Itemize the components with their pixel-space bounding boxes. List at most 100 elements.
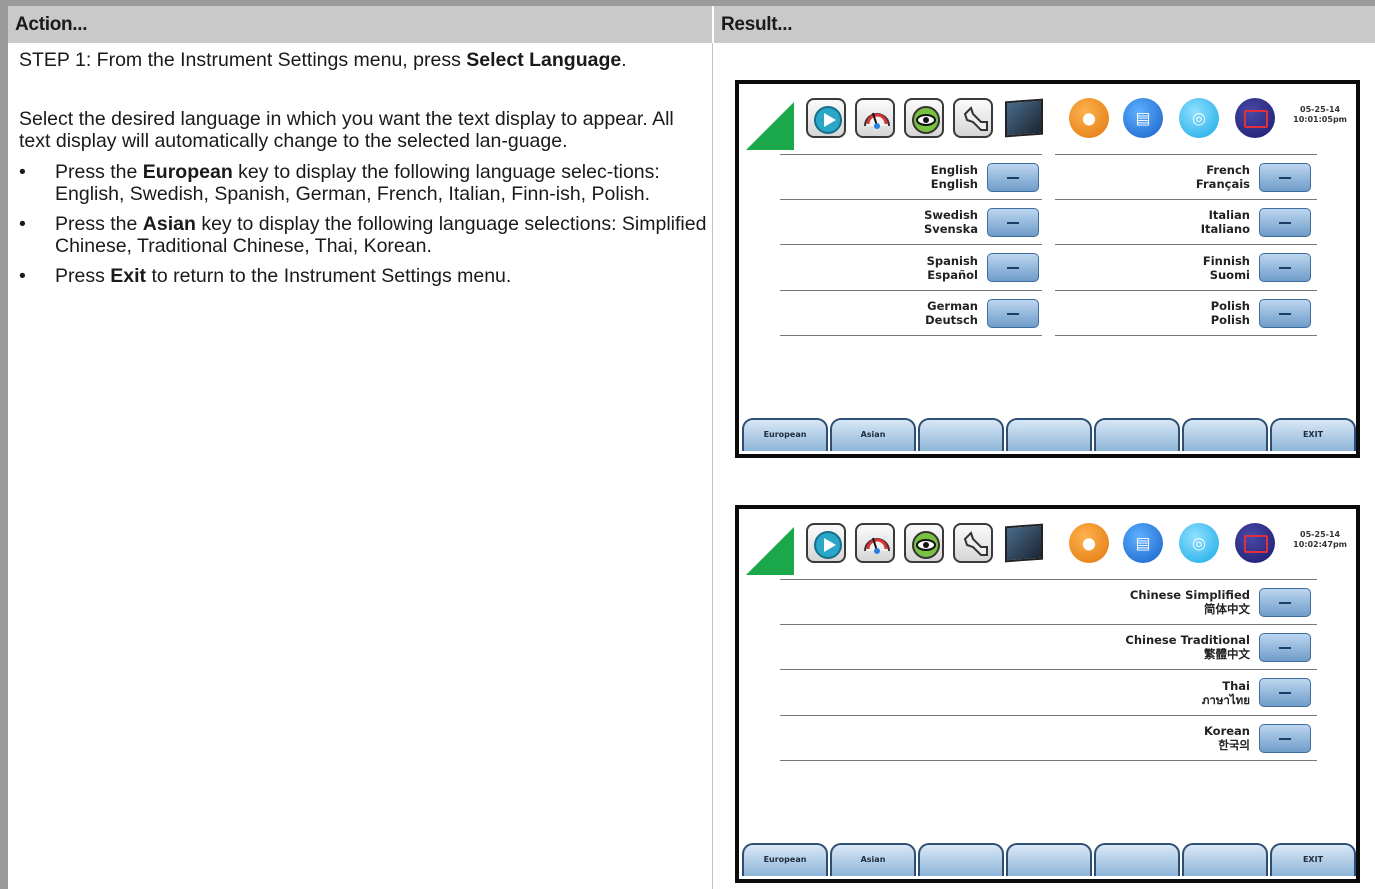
time-text: 10:02:47pm (1293, 540, 1347, 549)
language-label: Italian Italiano (1201, 208, 1250, 236)
result-header-label: Result... (721, 14, 793, 35)
blank-softkey[interactable] (1006, 418, 1092, 451)
language-native-name: Français (1195, 177, 1250, 191)
select-korean-button[interactable] (1259, 724, 1311, 753)
language-name: English (930, 163, 978, 177)
wrench-icon[interactable] (953, 523, 993, 563)
language-name: Swedish (924, 208, 978, 222)
blank-softkey[interactable] (1182, 418, 1268, 451)
select-french-button[interactable] (1259, 163, 1311, 192)
select-swedish-button[interactable] (987, 208, 1039, 237)
language-name: Chinese Simplified (1129, 588, 1250, 602)
row-divider (780, 335, 1042, 336)
eye-icon[interactable] (904, 523, 944, 563)
language-name: Thai (1222, 679, 1250, 693)
language-label: Finnish Suomi (1203, 254, 1250, 282)
select-italian-button[interactable] (1259, 208, 1311, 237)
softkey-label: Asian (860, 855, 886, 864)
select-english-button[interactable] (987, 163, 1039, 192)
date-time-stamp: 05-25-14 10:01:05pm (1293, 105, 1347, 125)
softkey-label: EXIT (1302, 430, 1324, 439)
screen-panel: ● ▤ ◎ 05-25-14 10:02:47pm Chinese Simplif… (739, 509, 1356, 879)
language-native-name: Italiano (1200, 222, 1250, 236)
softkey-label: EXIT (1302, 855, 1324, 864)
camera-icon[interactable]: ● (1069, 98, 1109, 138)
asian-softkey[interactable]: Asian (830, 843, 916, 876)
wifi-icon[interactable]: ◎ (1179, 98, 1219, 138)
blank-softkey[interactable] (1094, 843, 1180, 876)
play-icon[interactable] (806, 523, 846, 563)
gauge-icon[interactable] (855, 523, 895, 563)
blank-softkey[interactable] (1182, 843, 1268, 876)
step-1-text: STEP 1: From the Instrument Settings men… (19, 49, 709, 71)
row-divider (1055, 335, 1317, 336)
select-chinese-traditional-button[interactable] (1259, 633, 1311, 662)
language-name: Spanish (926, 254, 978, 268)
blank-softkey[interactable] (1094, 418, 1180, 451)
blank-softkey[interactable] (1006, 843, 1092, 876)
table-left-bar (0, 6, 8, 889)
document-icon[interactable]: ▤ (1123, 523, 1163, 563)
blank-softkey[interactable] (918, 418, 1004, 451)
select-polish-button[interactable] (1259, 299, 1311, 328)
document-icon[interactable]: ▤ (1123, 98, 1163, 138)
date-time-stamp: 05-25-14 10:02:47pm (1293, 530, 1347, 550)
monitor-icon[interactable] (1005, 98, 1043, 138)
language-native-name: ภาษาไทย (1201, 693, 1250, 707)
list-item-pre: Press the (55, 161, 143, 183)
gauge-icon[interactable] (855, 98, 895, 138)
select-thai-button[interactable] (1259, 678, 1311, 707)
row-divider (1055, 244, 1317, 245)
european-softkey[interactable]: European (742, 418, 828, 451)
row-divider (1055, 154, 1317, 155)
select-finnish-button[interactable] (1259, 253, 1311, 282)
list-item-key: European (142, 161, 233, 183)
select-spanish-button[interactable] (987, 253, 1039, 282)
language-native-name: Deutsch (925, 313, 978, 327)
select-chinese-simplified-button[interactable] (1259, 588, 1311, 617)
date-text: 05-25-14 (1300, 530, 1341, 539)
exit-softkey[interactable]: EXIT (1270, 843, 1356, 876)
exit-softkey[interactable]: EXIT (1270, 418, 1356, 451)
language-native-name: Svenska (923, 222, 978, 236)
action-header-label: Action... (15, 14, 88, 35)
language-native-name: 繁體中文 (1204, 647, 1250, 661)
language-native-name: English (930, 177, 978, 191)
wifi-icon[interactable]: ◎ (1179, 523, 1219, 563)
select-german-button[interactable] (987, 299, 1039, 328)
device-screen-european: ● ▤ ◎ 05-25-14 10:01:05pm English English … (735, 80, 1360, 458)
date-text: 05-25-14 (1300, 105, 1341, 114)
monitor-icon[interactable] (1005, 523, 1043, 563)
european-softkey[interactable]: European (742, 843, 828, 876)
language-name: Chinese Traditional (1125, 633, 1250, 647)
play-icon[interactable] (806, 98, 846, 138)
wrench-icon[interactable] (953, 98, 993, 138)
row-divider (780, 290, 1042, 291)
list-item-pre: Press the (55, 213, 143, 235)
eye-icon[interactable] (904, 98, 944, 138)
device-screen-asian: ● ▤ ◎ 05-25-14 10:02:47pm Chinese Simplif… (735, 505, 1360, 883)
language-name: French (1206, 163, 1250, 177)
language-native-name: 한국의 (1218, 738, 1250, 752)
list-item-pre: Press (55, 265, 111, 287)
asian-softkey[interactable]: Asian (830, 418, 916, 451)
result-header: Result... (714, 6, 1375, 43)
language-name: German (927, 299, 978, 313)
camera-icon[interactable]: ● (1069, 523, 1109, 563)
action-column: STEP 1: From the Instrument Settings men… (19, 49, 709, 295)
time-text: 10:01:05pm (1293, 115, 1347, 124)
blank-softkey[interactable] (918, 843, 1004, 876)
signal-icon (746, 527, 794, 575)
action-header: Action... (8, 6, 712, 43)
row-divider (780, 244, 1042, 245)
softkey-label: Asian (860, 430, 886, 439)
display-icon[interactable] (1235, 98, 1275, 138)
display-icon[interactable] (1235, 523, 1275, 563)
language-native-name: Español (927, 268, 978, 282)
list-item-post: to return to the Instrument Settings men… (146, 265, 512, 287)
language-name: Korean (1203, 724, 1250, 738)
column-divider (712, 43, 713, 889)
language-label: French Français (1196, 163, 1250, 191)
step-1-key: Select Language (466, 49, 622, 71)
row-divider (1055, 290, 1317, 291)
